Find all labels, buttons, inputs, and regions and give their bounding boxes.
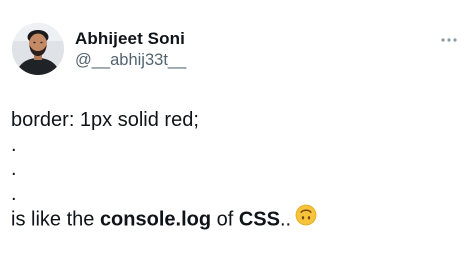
- tweet-text-of: of: [211, 208, 239, 231]
- more-horizontal-icon: [441, 38, 457, 42]
- tweet-text-console-log: console.log: [99, 208, 212, 231]
- tweet-dot-3: .: [11, 182, 17, 205]
- tweet-card: Abhijeet Soni @__abhij33t__ border: 1px …: [0, 0, 474, 277]
- tweet-text-css: CSS: [238, 208, 280, 231]
- tweet-text-suffix: ..: [279, 208, 292, 231]
- author-handle[interactable]: @__abhij33t__: [75, 50, 186, 70]
- author-info: Abhijeet Soni @__abhij33t__: [75, 29, 186, 70]
- tweet-dot-1: .: [11, 133, 17, 156]
- tweet-dot-2: .: [11, 158, 17, 180]
- tweet-text-prefix: is like the: [11, 208, 100, 231]
- more-options-button[interactable]: [438, 30, 460, 50]
- author-display-name[interactable]: Abhijeet Soni: [75, 29, 186, 49]
- avatar-photo-icon: [12, 23, 64, 75]
- author-avatar[interactable]: [12, 23, 64, 75]
- tweet-line-1: border: 1px solid red;: [11, 109, 199, 131]
- tweet-text: border: 1px solid red; . . . is like the…: [11, 108, 461, 231]
- upside-down-face-emoji-icon: [295, 204, 317, 233]
- tweet-line-last: is like the console.log of CSS..: [11, 204, 461, 233]
